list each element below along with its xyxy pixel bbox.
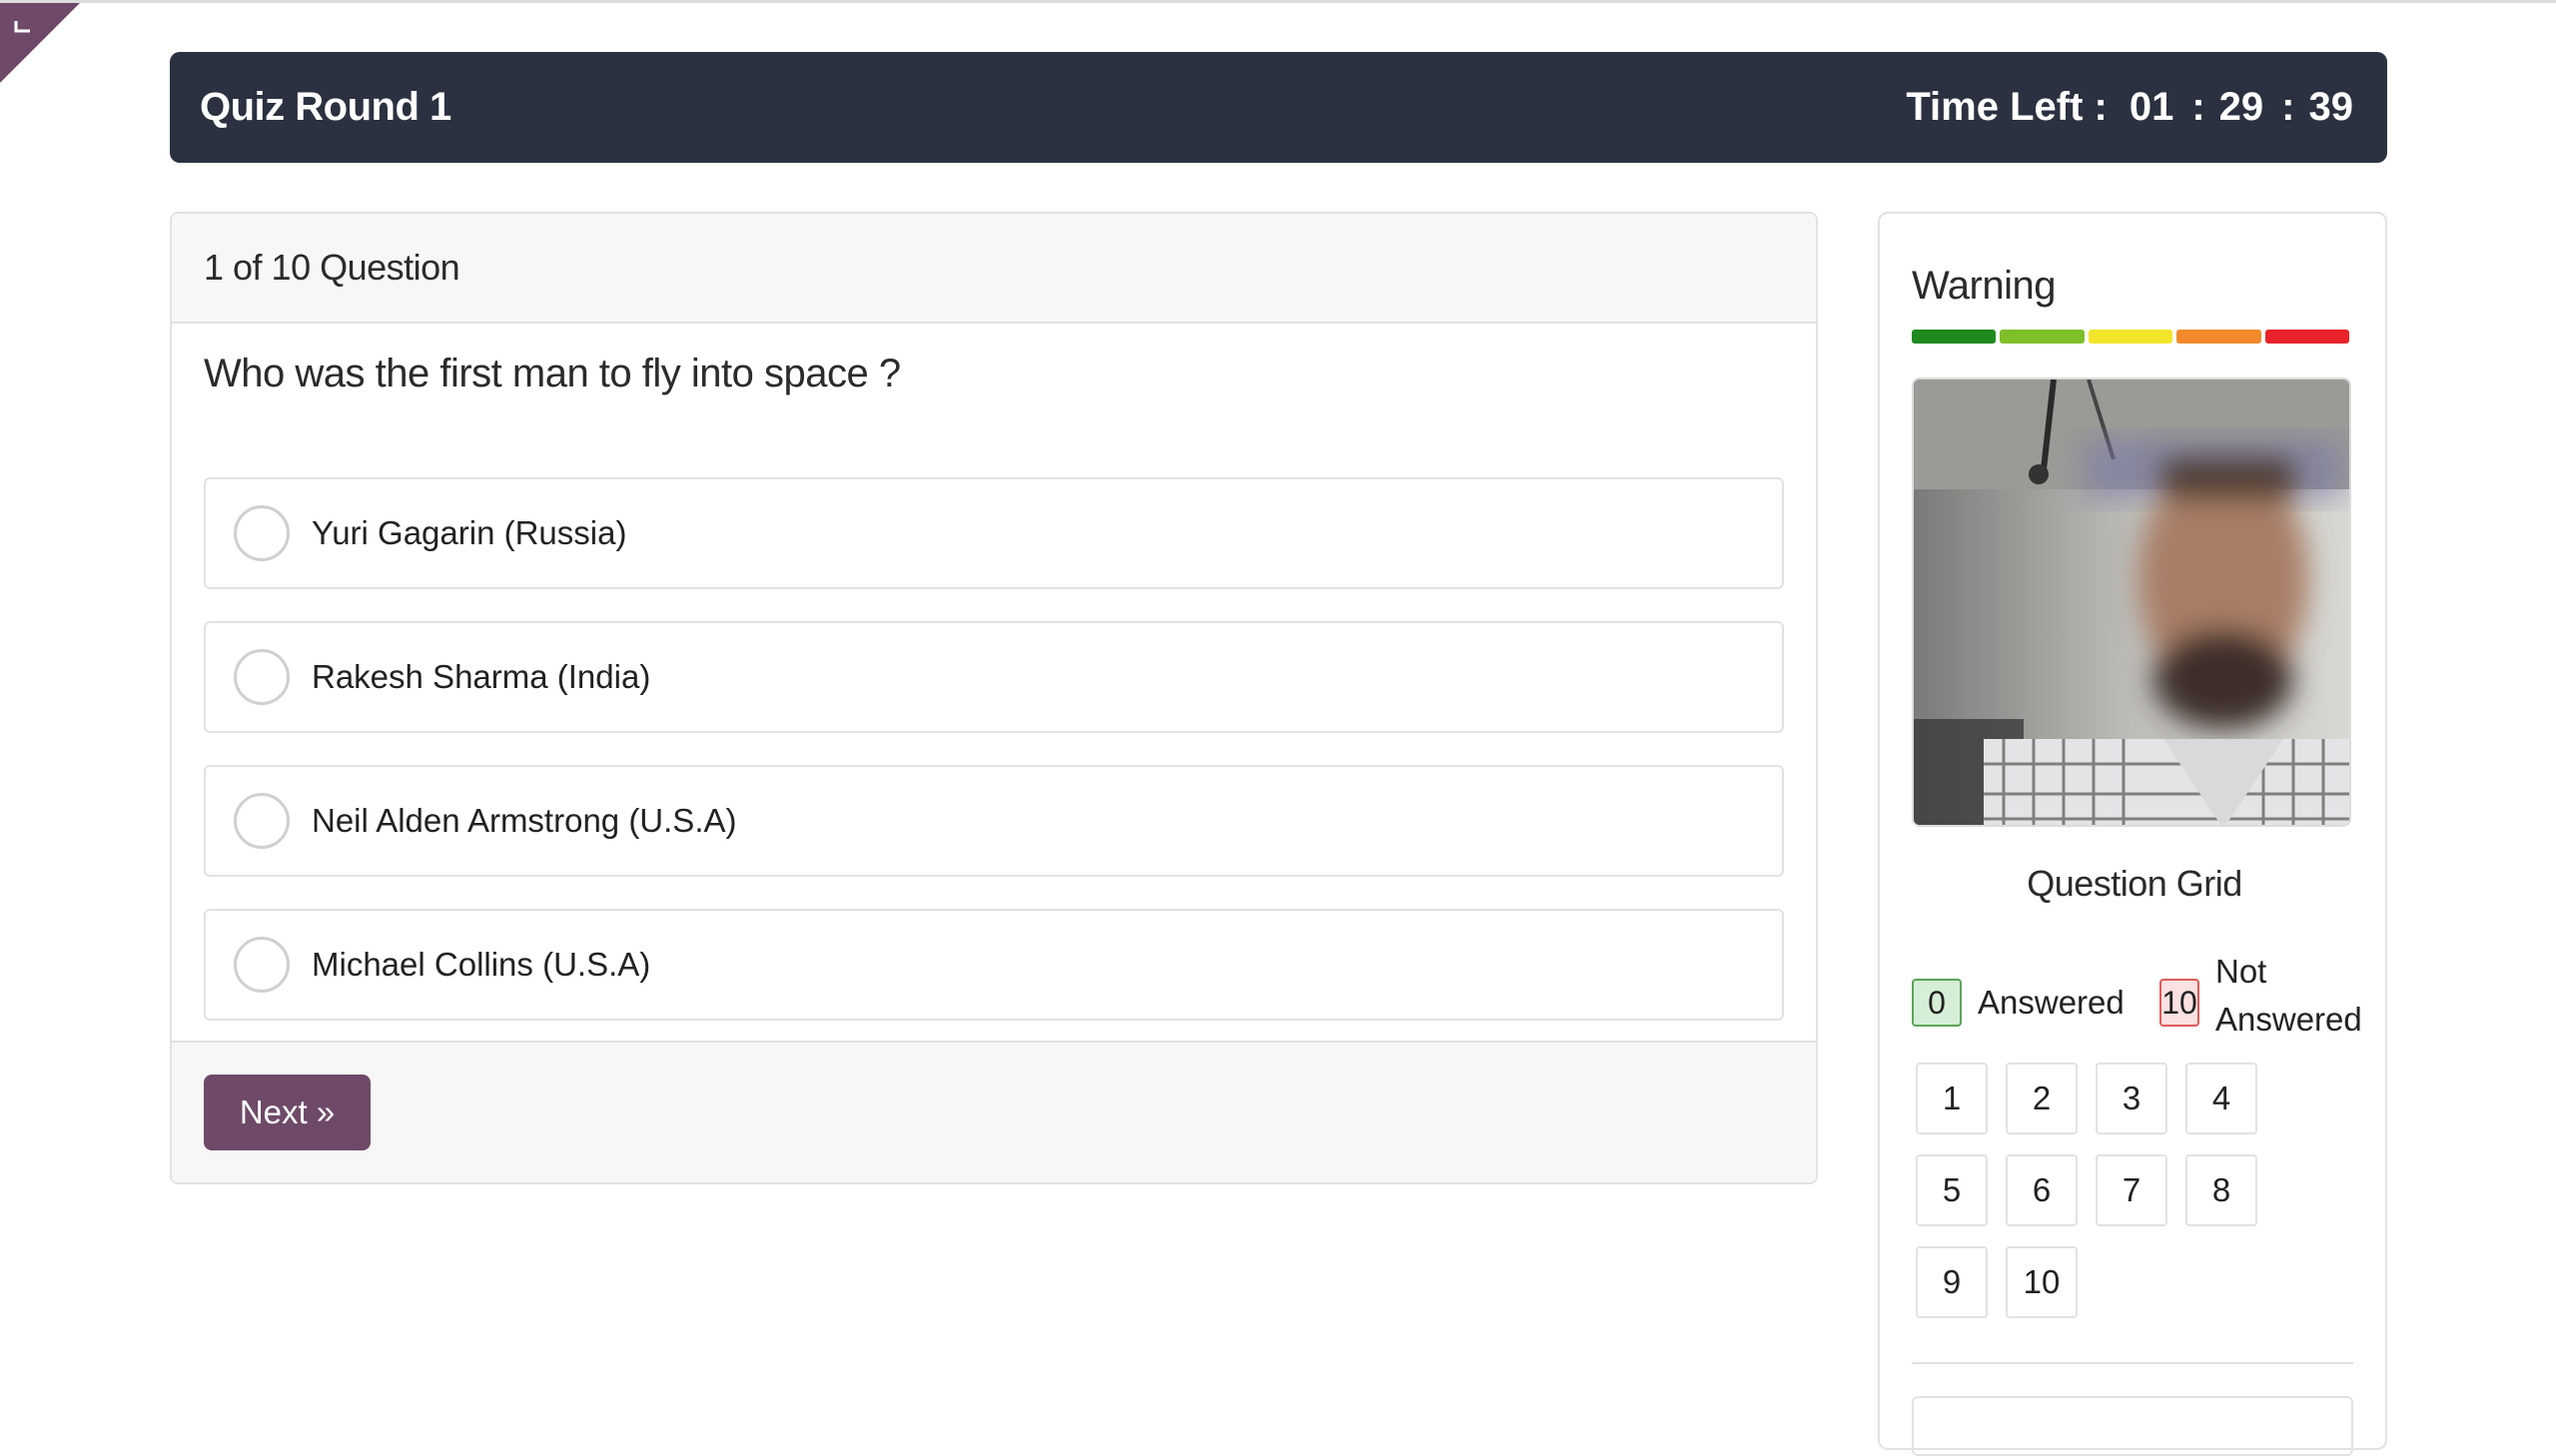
question-progress: 1 of 10 Question <box>172 214 1816 324</box>
radio-button[interactable] <box>234 793 290 849</box>
question-footer: Next » <box>172 1041 1816 1182</box>
question-grid-cell[interactable]: 10 <box>2006 1246 2078 1318</box>
answer-option[interactable]: Michael Collins (U.S.A) <box>204 909 1784 1021</box>
answer-option-label: Michael Collins (U.S.A) <box>312 946 651 983</box>
warning-level-segment <box>2264 330 2350 344</box>
question-grid-cell[interactable]: 9 <box>1916 1246 1988 1318</box>
timer-seconds: 39 <box>2308 85 2354 129</box>
question-grid-title: Question Grid <box>2027 863 2242 904</box>
warning-level-segment <box>2176 330 2261 344</box>
quiz-header: Quiz Round 1 Time Left : 01 : 29 : 39 <box>170 52 2387 163</box>
timer-hours: 01 <box>2129 85 2174 129</box>
question-grid-legend: 0 Answered 10 Not Answered <box>1912 948 2381 1048</box>
not-answered-count-badge: 10 <box>2159 979 2199 1027</box>
top-border <box>0 0 2556 3</box>
question-grid-cell[interactable]: 8 <box>2185 1154 2257 1226</box>
timer-separator: : <box>2191 85 2205 129</box>
answered-count-badge: 0 <box>1912 979 1962 1027</box>
question-grid-cell[interactable]: 7 <box>2096 1154 2167 1226</box>
answer-option-label: Neil Alden Armstrong (U.S.A) <box>312 802 737 839</box>
question-text: Who was the first man to fly into space … <box>204 352 901 395</box>
question-grid-cell[interactable]: 3 <box>2096 1063 2167 1134</box>
warning-level-segment <box>2088 330 2173 344</box>
corner-ribbon-icon[interactable] <box>0 3 80 83</box>
question-grid-cell[interactable]: 1 <box>1916 1063 1988 1134</box>
proctor-sidebar: Warning Question Grid 0 Answered 10 Not … <box>1878 212 2387 1456</box>
answer-option-label: Yuri Gagarin (Russia) <box>312 514 627 551</box>
warning-title: Warning <box>1912 264 2056 308</box>
webcam-feed <box>1912 377 2351 827</box>
timer-minutes: 29 <box>2218 85 2264 129</box>
webcam-image <box>1914 379 2349 825</box>
question-grid-cell[interactable]: 4 <box>2185 1063 2257 1134</box>
answer-option[interactable]: Neil Alden Armstrong (U.S.A) <box>204 765 1784 877</box>
sidebar-divider <box>1912 1362 2353 1364</box>
radio-button[interactable] <box>234 649 290 705</box>
question-grid-cell[interactable]: 5 <box>1916 1154 1988 1226</box>
answer-option-label: Rakesh Sharma (India) <box>312 658 651 695</box>
question-grid-cell[interactable]: 2 <box>2006 1063 2078 1134</box>
next-button[interactable]: Next » <box>204 1075 371 1150</box>
answered-label: Answered <box>1978 984 2125 1021</box>
warning-level-segment <box>2000 330 2085 344</box>
question-grid: 1 2 3 4 5 6 7 8 9 10 <box>1916 1063 2265 1318</box>
time-left-label: Time Left : <box>1906 85 2108 129</box>
warning-level-segment <box>1912 330 1997 344</box>
not-answered-label: Answered <box>2215 1001 2362 1038</box>
question-grid-cell[interactable]: 6 <box>2006 1154 2078 1226</box>
not-answered-label: Not <box>2215 953 2267 990</box>
sidebar-bottom-panel <box>1912 1396 2353 1456</box>
timer-separator: : <box>2281 85 2295 129</box>
question-card: 1 of 10 Question Who was the first man t… <box>170 212 1818 1184</box>
radio-button[interactable] <box>234 505 290 561</box>
warning-level-bar <box>1912 330 2350 344</box>
answer-option[interactable]: Yuri Gagarin (Russia) <box>204 477 1784 589</box>
time-left: Time Left : 01 : 29 : 39 <box>1906 85 2357 130</box>
radio-button[interactable] <box>234 937 290 993</box>
quiz-title: Quiz Round 1 <box>200 85 451 129</box>
answer-option[interactable]: Rakesh Sharma (India) <box>204 621 1784 733</box>
